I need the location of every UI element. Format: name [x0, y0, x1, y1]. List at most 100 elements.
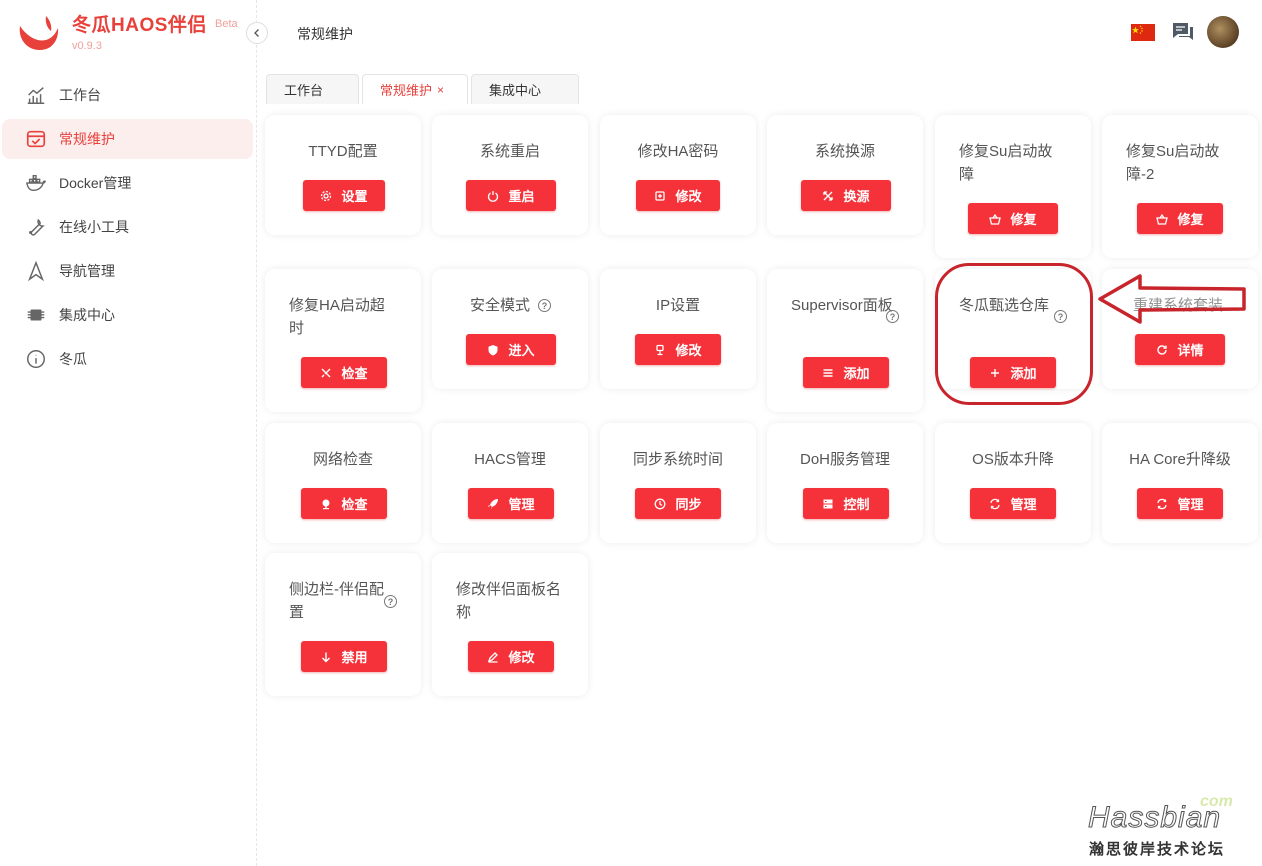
button-label: 进入	[508, 343, 535, 358]
wrench-icon	[24, 215, 48, 239]
switch-icon	[822, 190, 834, 202]
chip-icon	[24, 303, 48, 327]
tab-integrations[interactable]: 集成中心	[471, 74, 579, 104]
modify-button[interactable]: 修改	[635, 334, 721, 365]
sidebar-item-label: 工作台	[59, 87, 101, 103]
check-button[interactable]: 检查	[301, 488, 387, 519]
card-rename-panel: 修改伴侣面板名称 修改	[432, 553, 588, 696]
button-label: 设置	[341, 189, 368, 204]
list-icon	[822, 367, 834, 379]
card-title: 修复HA启动超时	[289, 297, 385, 337]
enter-button[interactable]: 进入	[466, 334, 556, 365]
help-icon[interactable]: ?	[384, 595, 397, 608]
tab-maintenance[interactable]: 常规维护 ×	[362, 74, 468, 104]
button-label: 同步	[675, 497, 702, 512]
sidebar-item-label: 导航管理	[59, 263, 115, 279]
close-icon[interactable]: ×	[437, 83, 444, 97]
sidebar-item-label: 在线小工具	[59, 219, 129, 235]
card-title: 重建系统套装	[1133, 297, 1224, 314]
plug-icon	[654, 344, 666, 356]
restart-button[interactable]: 重启	[466, 180, 556, 211]
edit-icon	[487, 651, 499, 663]
card-title: HACS管理	[474, 451, 546, 468]
card-fix-ha-timeout: 修复HA启动超时 检查	[265, 269, 421, 412]
sync-icon	[1156, 498, 1168, 510]
chat-icon[interactable]	[1171, 21, 1195, 43]
card-title: 系统换源	[814, 143, 875, 160]
disable-button[interactable]: 禁用	[301, 641, 387, 672]
rocket-icon	[487, 498, 499, 510]
card-sidebar-companion: 侧边栏-伴侣配置 ? 禁用	[265, 553, 421, 696]
tab-label: 集成中心	[489, 83, 542, 98]
button-label: 添加	[843, 366, 870, 381]
button-label: 检查	[341, 497, 368, 512]
sidebar-item-label: Docker管理	[59, 175, 132, 191]
arrow-down-icon	[320, 651, 332, 663]
card-title: TTYD配置	[308, 143, 378, 160]
check-button[interactable]: 检查	[301, 357, 387, 388]
button-label: 修复	[1177, 212, 1204, 227]
sidebar-item-docker[interactable]: Docker管理	[2, 163, 253, 203]
details-button[interactable]: 详情	[1135, 334, 1225, 365]
help-icon[interactable]: ?	[886, 310, 899, 323]
button-label: 详情	[1177, 343, 1204, 358]
sidebar-item-workbench[interactable]: 工作台	[2, 75, 253, 115]
refresh-icon	[1156, 344, 1168, 356]
tab-label: 工作台	[284, 83, 324, 98]
add-button[interactable]: 添加	[803, 357, 889, 388]
button-label: 检查	[341, 366, 368, 381]
manage-button[interactable]: 管理	[468, 488, 554, 519]
control-button[interactable]: 控制	[803, 488, 889, 519]
basket-icon	[1156, 213, 1169, 225]
manage-button[interactable]: 管理	[1137, 488, 1223, 519]
logo	[19, 16, 59, 50]
change-source-button[interactable]: 换源	[801, 180, 891, 211]
sidebar-item-about[interactable]: 冬瓜	[2, 339, 253, 379]
button-label: 修改	[675, 189, 702, 204]
sidebar-item-integrations[interactable]: 集成中心	[2, 295, 253, 335]
avatar[interactable]	[1207, 16, 1239, 48]
clock-icon	[654, 498, 666, 510]
card-system-restart: 系统重启 重启	[432, 115, 588, 235]
sidebar-item-maintenance[interactable]: 常规维护	[2, 119, 253, 159]
tab-workbench[interactable]: 工作台	[266, 74, 359, 104]
card-change-ha-password: 修改HA密码 修改	[600, 115, 756, 235]
sidebar: 冬瓜HAOS伴侣 Beta v0.9.3 工作台 常规维护 Docker管理 在…	[0, 0, 257, 866]
add-repo-button[interactable]: 添加	[970, 357, 1056, 388]
cn-flag-icon[interactable]	[1131, 24, 1155, 41]
version-label: v0.9.3	[72, 40, 102, 52]
tab-label: 常规维护	[380, 83, 433, 98]
card-os-version: OS版本升降 管理	[935, 423, 1091, 543]
button-label: 修改	[508, 650, 535, 665]
button-label: 修改	[675, 343, 702, 358]
tab-bar: 工作台 常规维护 × 集成中心	[266, 74, 582, 104]
card-hacs: HACS管理 管理	[432, 423, 588, 543]
shield-icon	[487, 344, 499, 356]
card-title: 冬瓜甄选仓库	[959, 297, 1050, 314]
repair-button[interactable]: 修复	[968, 203, 1058, 234]
sidebar-item-navigation[interactable]: 导航管理	[2, 251, 253, 291]
card-title: DoH服务管理	[799, 451, 890, 468]
repair-button[interactable]: 修复	[1137, 203, 1223, 234]
button-label: 添加	[1010, 366, 1037, 381]
modify-button[interactable]: 修改	[636, 180, 720, 211]
card-title: 修改HA密码	[637, 143, 719, 160]
collapse-sidebar-button[interactable]	[246, 22, 268, 44]
sync-icon	[989, 498, 1001, 510]
sync-button[interactable]: 同步	[635, 488, 721, 519]
modify-button[interactable]: 修改	[468, 641, 554, 672]
help-icon[interactable]: ?	[1054, 310, 1067, 323]
button-label: 管理	[508, 497, 535, 512]
navigation-icon	[24, 259, 48, 283]
settings-button[interactable]: 设置	[303, 180, 385, 211]
help-icon[interactable]: ?	[538, 299, 551, 312]
card-doh-service: DoH服务管理 控制	[767, 423, 923, 543]
sidebar-nav: 工作台 常规维护 Docker管理 在线小工具 导航管理 集成中心 冬瓜	[0, 75, 257, 383]
gear-icon	[320, 190, 332, 202]
card-safe-mode: 安全模式 ? 进入	[432, 269, 588, 389]
button-label: 修复	[1010, 212, 1037, 227]
card-title: 侧边栏-伴侣配置	[289, 581, 384, 621]
card-title: 网络检查	[312, 451, 373, 468]
sidebar-item-tools[interactable]: 在线小工具	[2, 207, 253, 247]
manage-button[interactable]: 管理	[970, 488, 1056, 519]
